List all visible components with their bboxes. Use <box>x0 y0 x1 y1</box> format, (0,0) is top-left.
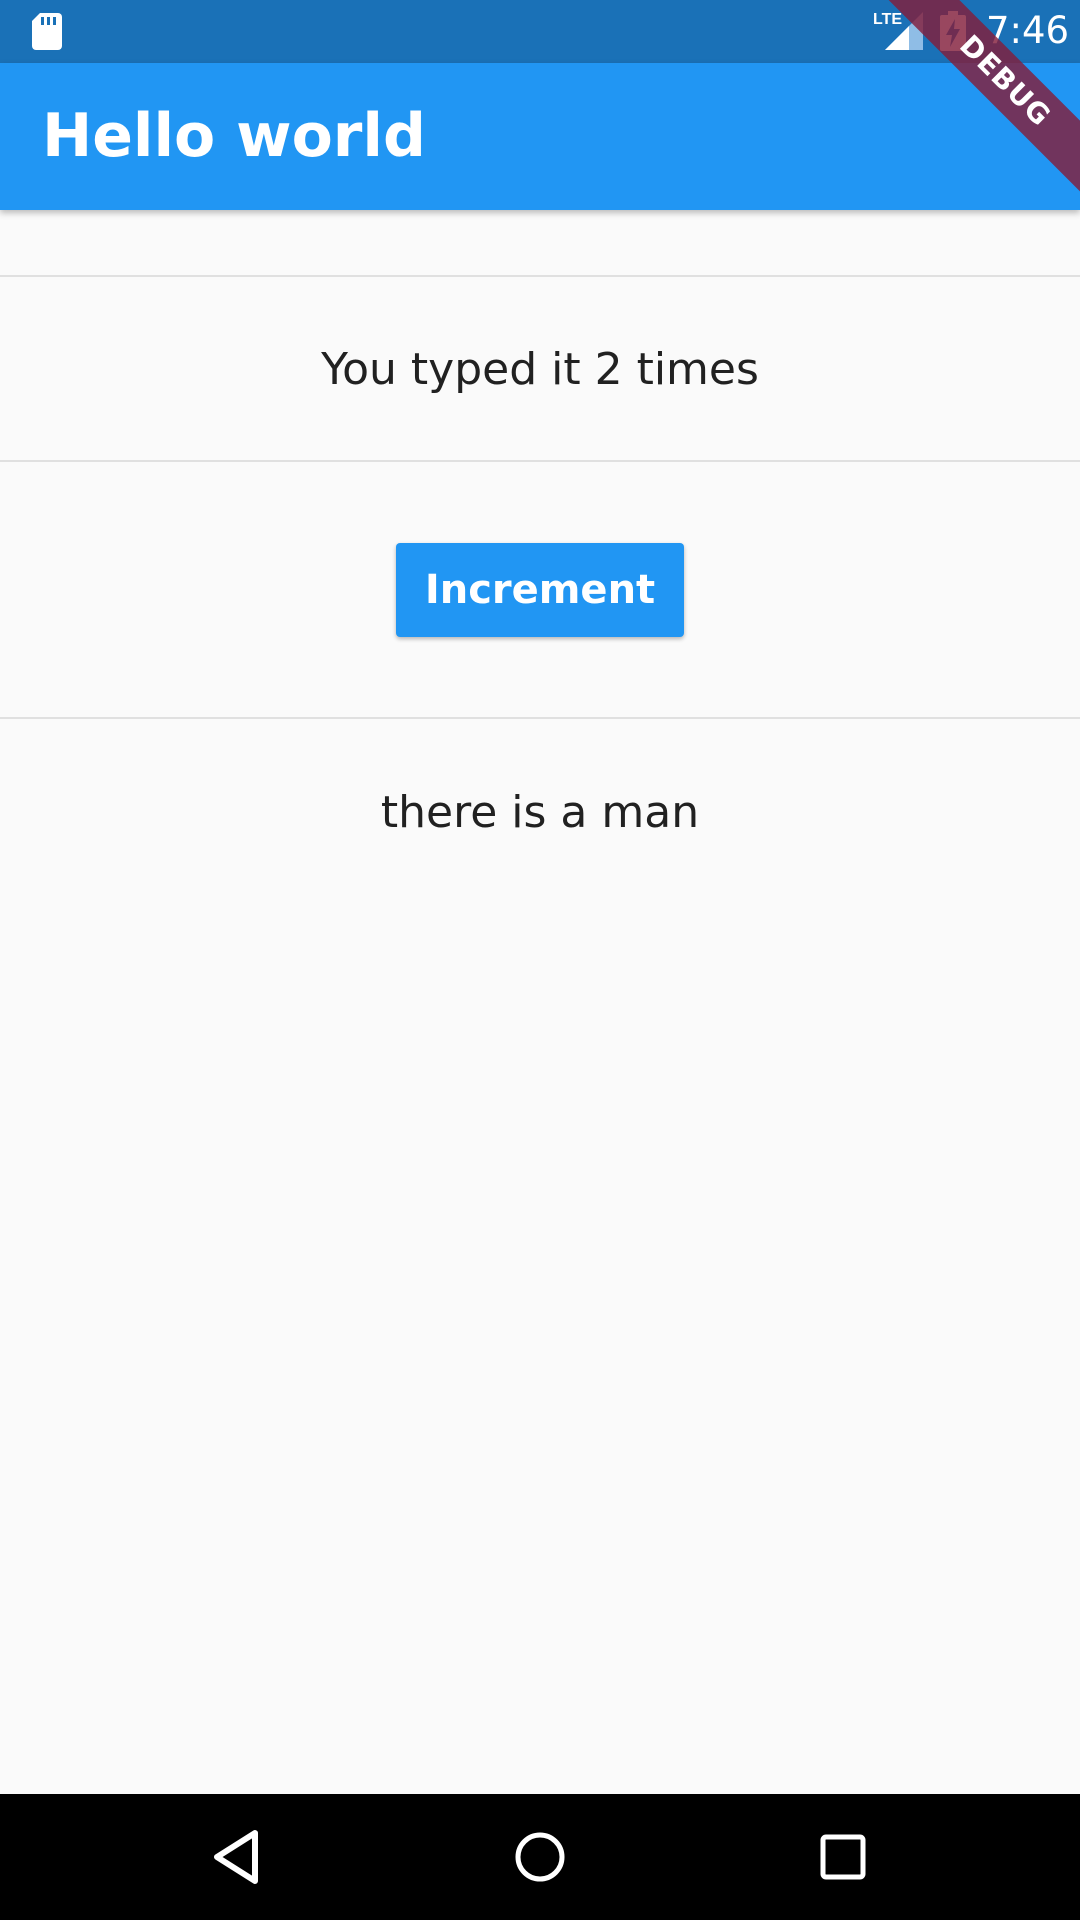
page-title: Hello world <box>42 101 426 171</box>
divider <box>0 460 1080 462</box>
divider <box>0 717 1080 719</box>
message-text: there is a man <box>380 787 700 838</box>
back-button[interactable] <box>193 1814 279 1900</box>
recents-button[interactable] <box>800 1814 886 1900</box>
svg-text:LTE: LTE <box>873 11 902 28</box>
app-bar: Hello world <box>0 63 1080 210</box>
count-text: You typed it 2 times <box>321 344 759 395</box>
recents-icon <box>820 1834 866 1880</box>
navigation-bar <box>0 1794 1080 1920</box>
home-icon <box>515 1832 565 1882</box>
increment-button[interactable]: Increment <box>396 543 684 637</box>
back-icon <box>214 1830 258 1884</box>
home-button[interactable] <box>497 1814 583 1900</box>
divider <box>0 275 1080 277</box>
sd-card-icon <box>32 13 62 50</box>
